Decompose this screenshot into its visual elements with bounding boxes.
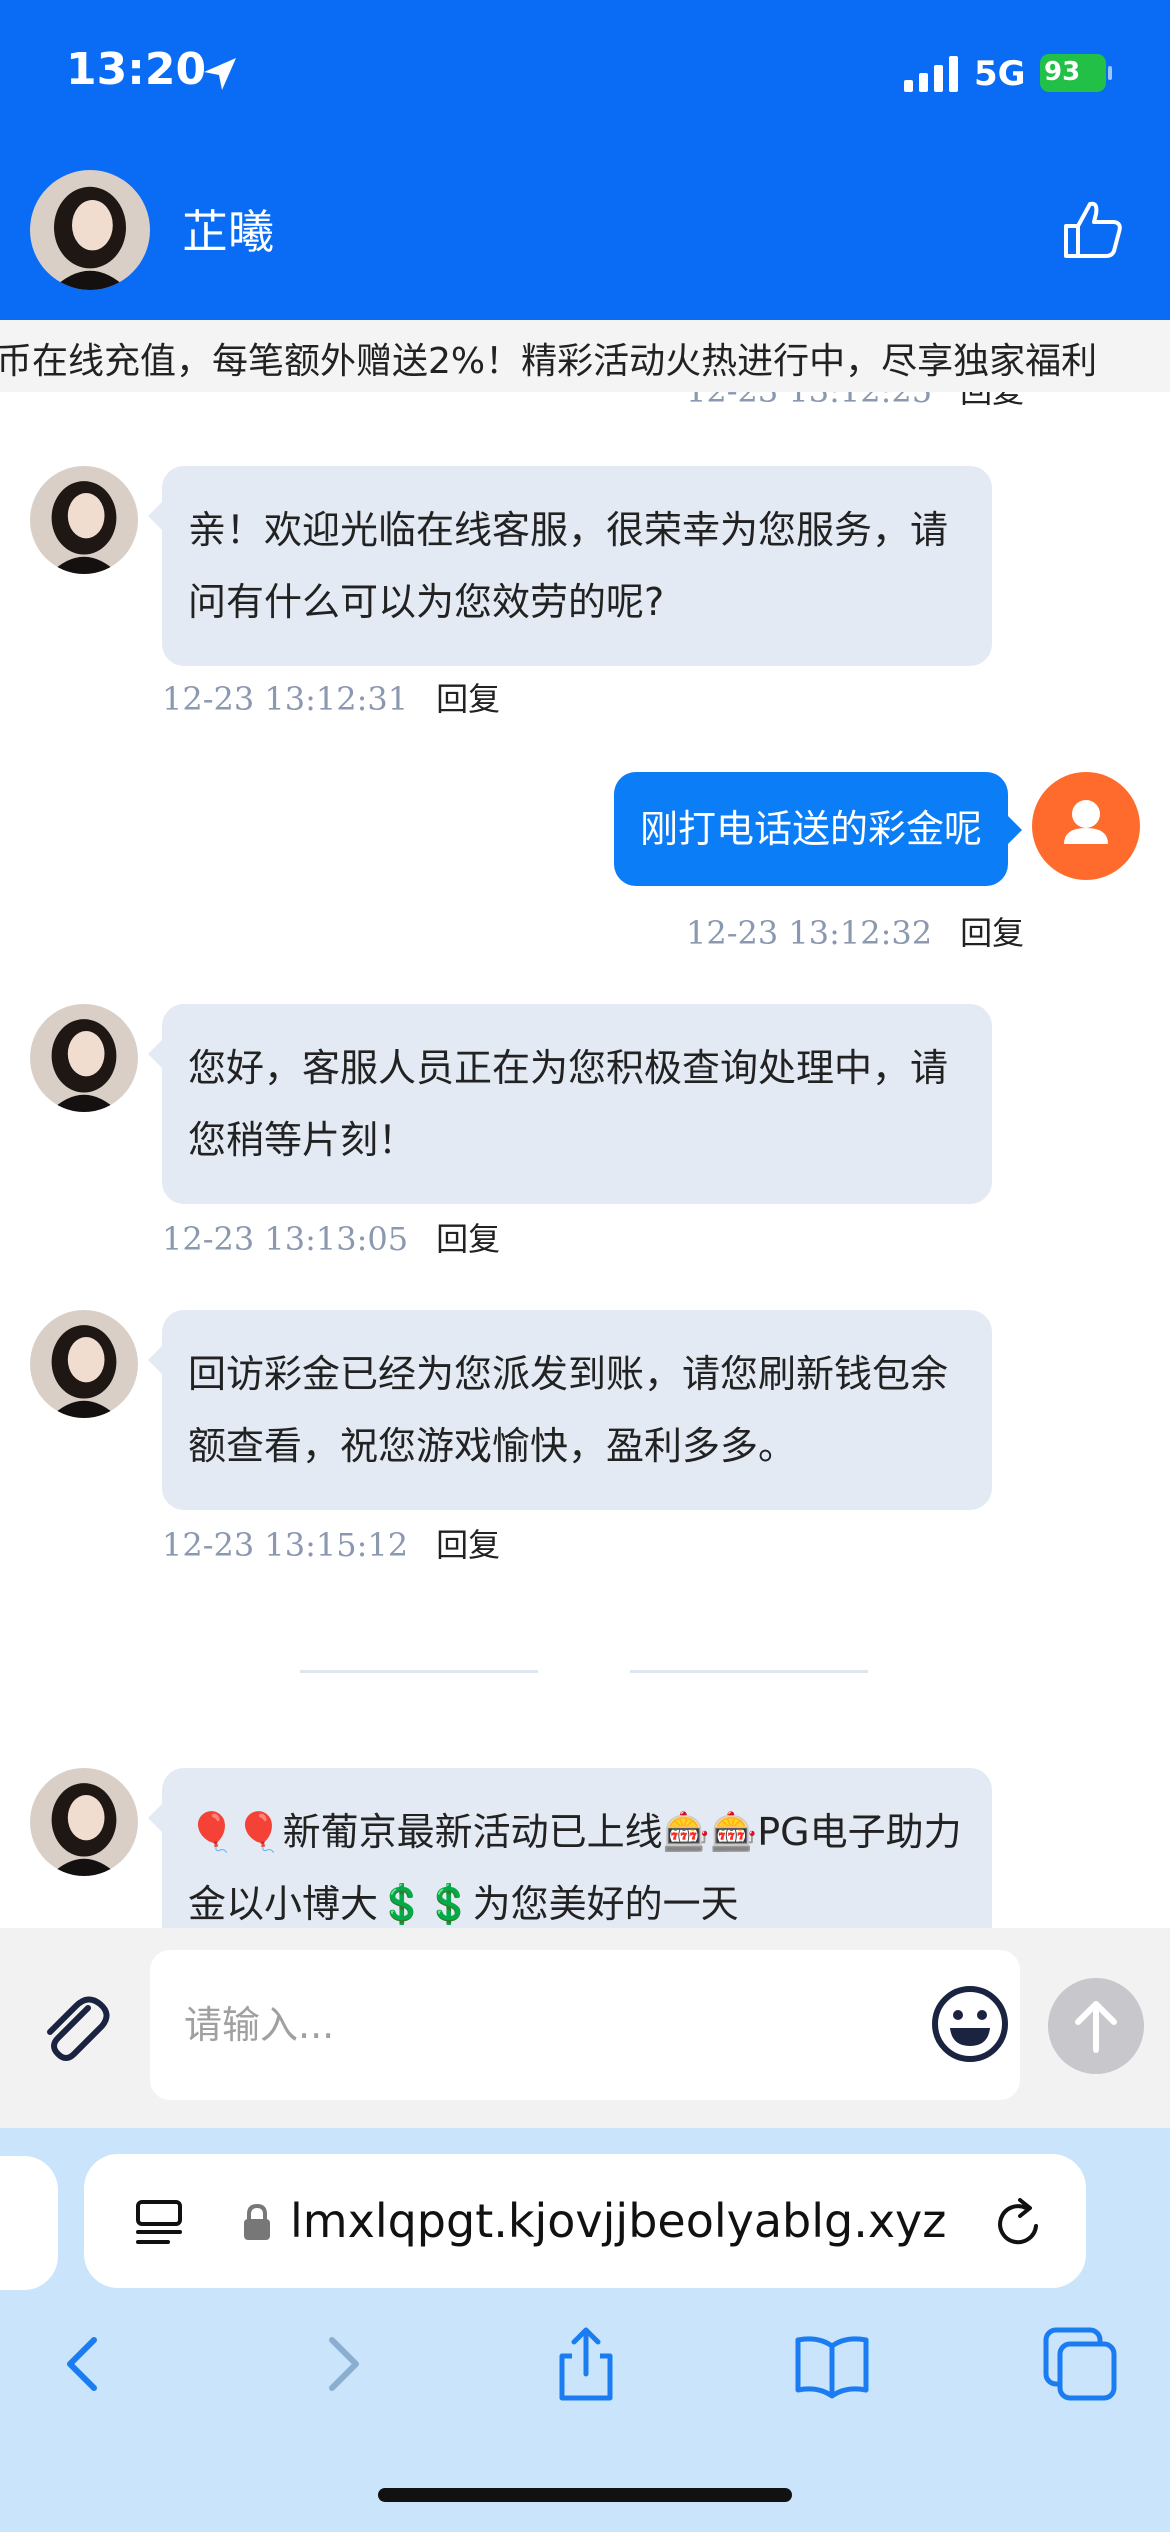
agent-avatar[interactable] (30, 170, 150, 290)
chat-messages[interactable]: 12-23 13:12:25 回复 亲！欢迎光临在线客服，很荣幸为您服务，请问有什… (0, 392, 1170, 1928)
message-meta: 12-23 13:12:32 回复 (686, 908, 1024, 954)
signal-icon (904, 56, 958, 92)
reply-button[interactable]: 回复 (436, 1220, 500, 1258)
user-avatar (1032, 772, 1140, 880)
send-button[interactable] (1048, 1978, 1144, 2074)
message-composer (0, 1928, 1170, 2128)
lock-icon (244, 2203, 270, 2240)
message-timestamp: 12-23 13:12:32 (686, 914, 933, 952)
home-indicator[interactable] (378, 2488, 792, 2502)
chevron-left-icon[interactable] (46, 2324, 126, 2404)
thumbs-up-icon[interactable] (1060, 196, 1126, 262)
agent-name: 芷曦 (182, 205, 274, 259)
arrow-up-icon (1075, 2001, 1117, 2053)
browser-toolbar: lmxlqpgt.kjovjjbeolyablg.xyz (0, 2128, 1170, 2532)
reply-button[interactable]: 回复 (960, 392, 1024, 410)
divider (300, 1670, 538, 1673)
battery-level: 93 (1044, 57, 1081, 87)
message-timestamp: 12-23 13:13:05 (162, 1220, 409, 1258)
announcement-marquee: 币在线充值，每笔额外赠送2%！精彩活动火热进行中，尽享独家福利 (0, 320, 1170, 392)
user-icon (1064, 800, 1108, 844)
agent-message-bubble[interactable]: 您好，客服人员正在为您积极查询处理中，请您稍等片刻！ (148, 1004, 992, 1204)
reload-icon[interactable] (992, 2196, 1046, 2250)
agent-avatar (30, 1004, 138, 1112)
user-message-bubble[interactable]: 刚打电话送的彩金呢 (613, 772, 1023, 886)
chat-header: 13:20 5G 93 芷曦 (0, 0, 1170, 320)
agent-avatar (30, 1768, 138, 1876)
marquee-text: 币在线充值，每笔额外赠送2%！精彩活动火热进行中，尽享独家福利 (0, 341, 1098, 382)
network-type: 5G (974, 54, 1026, 94)
agent-avatar (30, 1310, 138, 1418)
book-icon[interactable] (792, 2324, 872, 2404)
message-timestamp: 12-23 13:15:12 (162, 1526, 409, 1564)
message-meta: 12-23 13:13:05 回复 (162, 1214, 500, 1260)
reply-button[interactable]: 回复 (960, 914, 1024, 952)
message-timestamp: 12-23 13:12:25 (686, 392, 932, 410)
message-meta: 12-23 13:12:25 回复 (686, 392, 1024, 412)
battery-icon: 93 (1040, 54, 1112, 92)
tabs-icon[interactable] (1040, 2324, 1120, 2404)
message-meta: 12-23 13:12:31 回复 (162, 674, 500, 720)
smiley-icon[interactable] (930, 1984, 1010, 2064)
agent-message-bubble[interactable]: 回访彩金已经为您派发到账，请您刷新钱包余额查看，祝您游戏愉快，盈利多多。 (148, 1310, 992, 1510)
agent-message-bubble[interactable]: 亲！欢迎光临在线客服，很荣幸为您服务，请问有什么可以为您效劳的呢? (148, 466, 992, 666)
message-meta: 12-23 13:15:12 回复 (162, 1520, 500, 1566)
previous-tab[interactable] (0, 2156, 58, 2290)
reply-button[interactable]: 回复 (436, 680, 500, 718)
reply-button[interactable]: 回复 (436, 1526, 500, 1564)
chevron-right-icon[interactable] (300, 2324, 380, 2404)
address-bar[interactable]: lmxlqpgt.kjovjjbeolyablg.xyz (84, 2154, 1086, 2288)
message-input[interactable] (150, 1950, 1020, 2100)
reader-icon[interactable] (134, 2198, 184, 2248)
agent-avatar (30, 466, 138, 574)
paperclip-icon[interactable] (34, 1988, 116, 2070)
location-arrow-icon (204, 58, 236, 90)
message-timestamp: 12-23 13:12:31 (162, 680, 409, 718)
status-time: 13:20 (66, 44, 207, 95)
agent-message-bubble[interactable]: 🎈🎈新葡京最新活动已上线🎰🎰PG电子助力金以小博大💲💲为您美好的一天 (148, 1768, 992, 1928)
divider (630, 1670, 868, 1673)
share-icon[interactable] (546, 2324, 626, 2404)
url-text: lmxlqpgt.kjovjjbeolyablg.xyz (290, 2194, 947, 2248)
